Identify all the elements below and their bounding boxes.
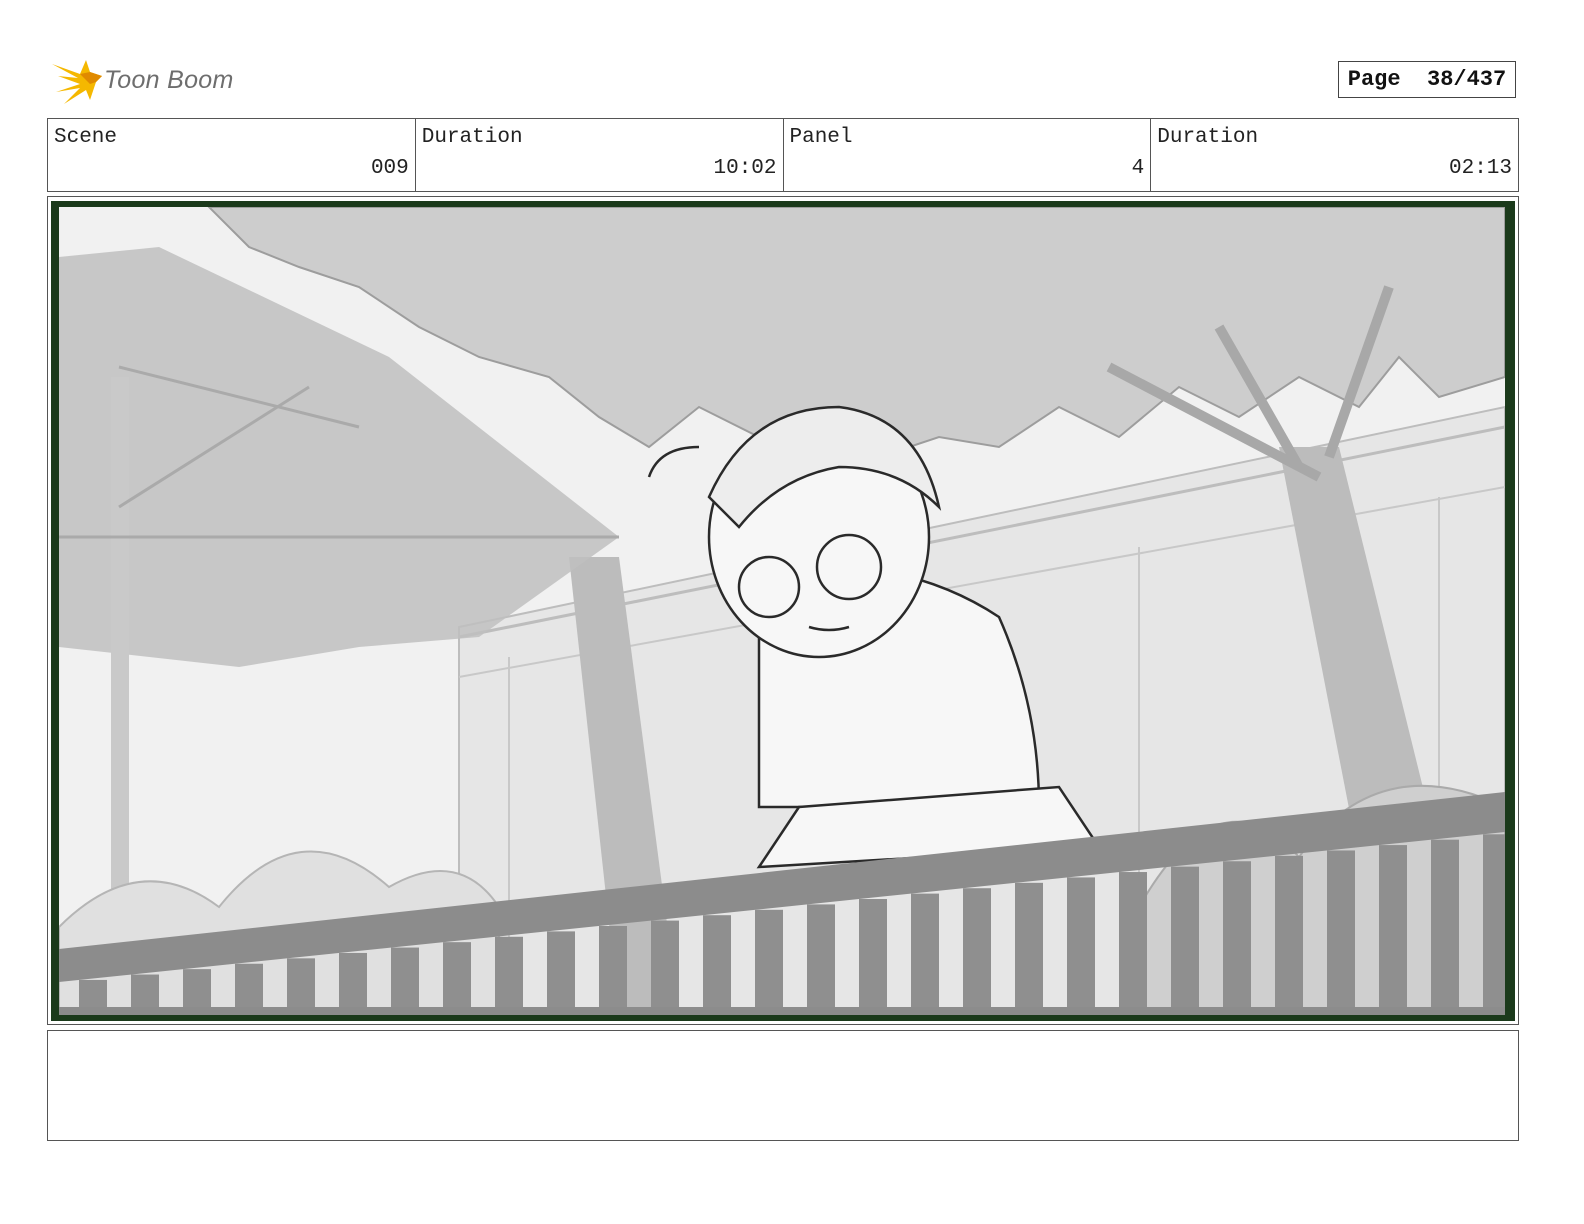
railing-baluster [651,920,679,1015]
railing-baluster [1067,877,1095,1015]
railing-baluster [391,947,419,1015]
scene-duration-label: Duration [421,126,523,149]
railing-baluster [1275,855,1303,1015]
railing-baluster [1327,850,1355,1015]
scene-duration-cell: Duration 10:02 [416,119,784,191]
scene-duration-value: 10:02 [713,157,777,180]
railing-baluster [1431,839,1459,1015]
railing-baluster [1015,882,1043,1015]
railing-baluster [859,899,887,1015]
railing-baluster [443,942,471,1015]
toon-boom-logo: Toon Boom [50,54,250,108]
storyboard-sketch [59,207,1505,1015]
panel-duration-cell: Duration 02:13 [1151,119,1518,191]
panel-drawing [59,207,1505,1015]
railing-baluster [1379,845,1407,1015]
panel-label: Panel [789,126,853,149]
railing-baluster [1171,866,1199,1015]
brand-name: Toon Boom [104,66,234,94]
storyboard-panel [51,201,1515,1021]
railing-baluster [287,958,315,1015]
page-number: 38/437 [1427,67,1507,92]
scene-label: Scene [54,126,118,149]
railing-baluster [755,909,783,1015]
railing-baluster [547,931,575,1015]
railing-baluster [911,893,939,1015]
railing-baluster [339,952,367,1015]
scene-value: 009 [370,157,409,180]
panel-cell: Panel 4 [784,119,1152,191]
railing-baluster [1483,834,1505,1015]
railing-baluster [807,904,835,1015]
panel-info-table: Scene 009 Duration 10:02 Panel 4 Duratio… [47,118,1519,192]
panel-duration-value: 02:13 [1448,157,1512,180]
railing-baluster [703,915,731,1015]
panel-notes-box [47,1030,1519,1141]
panel-value: 4 [1131,157,1145,180]
toon-boom-burst-icon [52,60,102,104]
page-label: Page [1347,67,1401,92]
railing-baluster [1119,872,1147,1015]
scene-cell: Scene 009 [48,119,416,191]
railing-baluster [599,925,627,1015]
railing-baluster [495,936,523,1015]
page-indicator: Page 38/437 [1338,61,1516,98]
railing-baluster [963,888,991,1015]
panel-duration-label: Duration [1157,126,1259,149]
railing-baluster [1223,861,1251,1015]
